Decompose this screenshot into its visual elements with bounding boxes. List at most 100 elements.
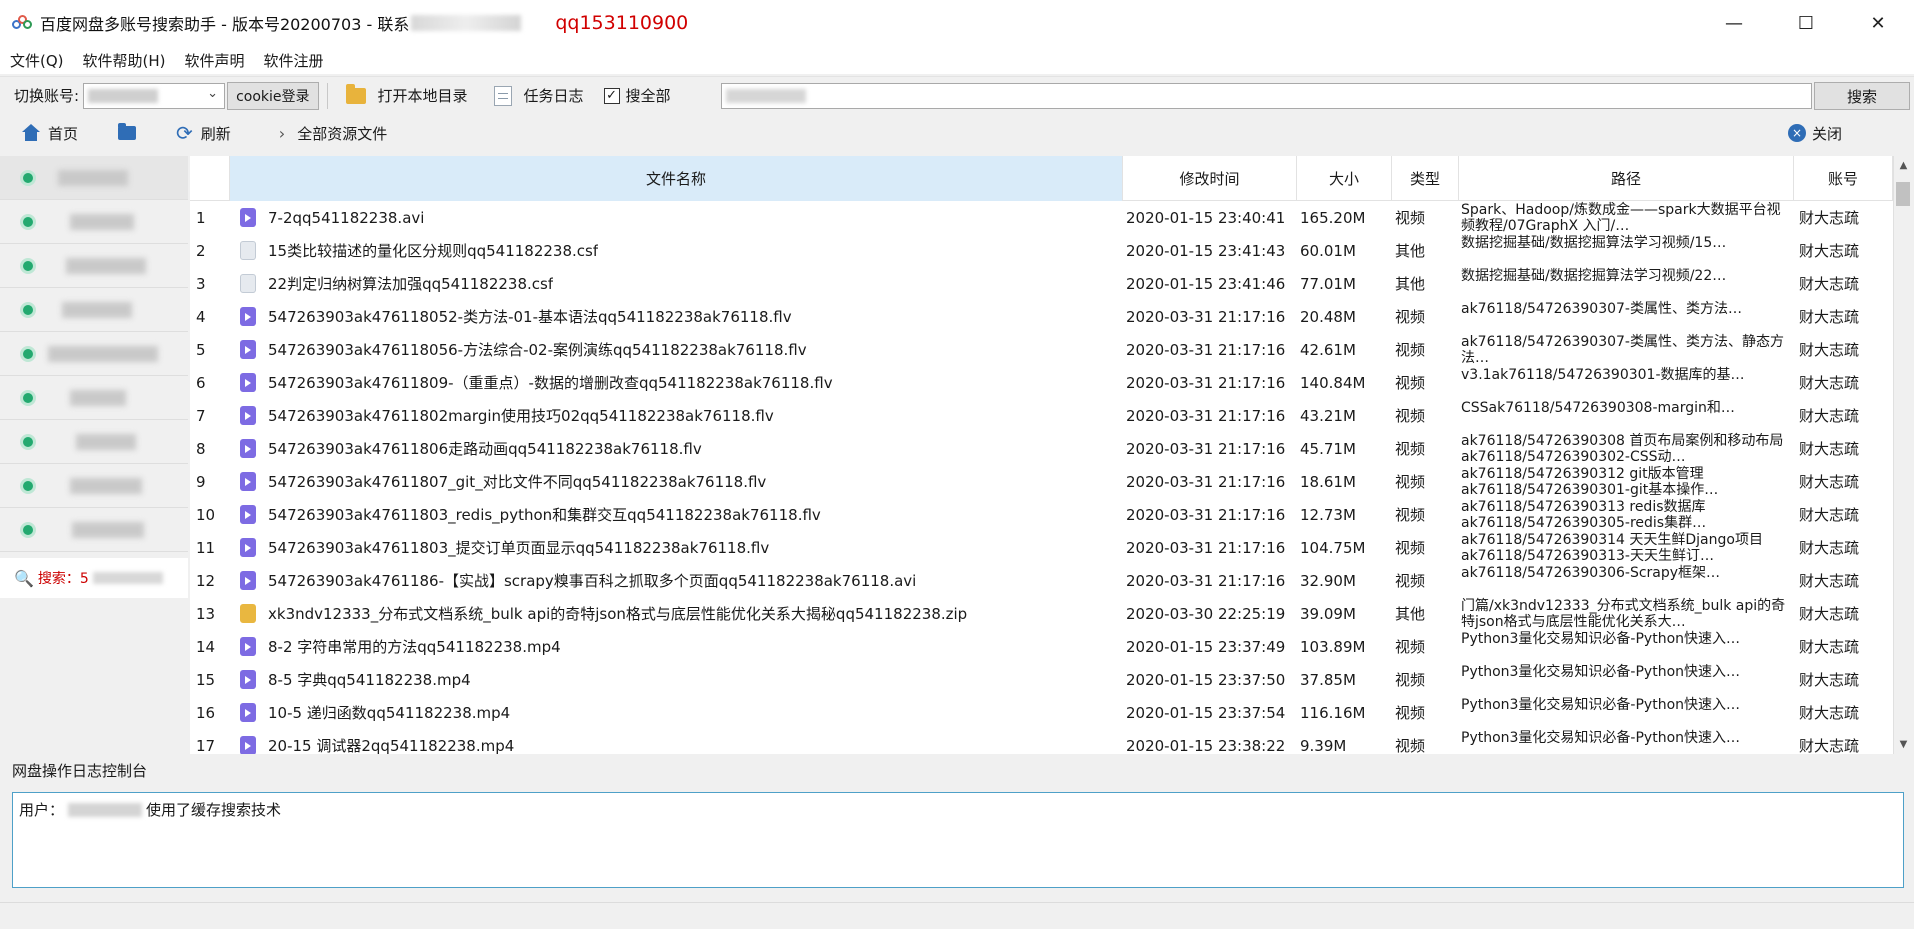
account-status-icon <box>20 389 36 406</box>
account-item[interactable] <box>0 288 188 332</box>
file-name: 547263903ak47611809-（重重点）-数据的增删改查qq54118… <box>268 374 833 392</box>
video-file-icon <box>240 472 256 491</box>
header-modified[interactable]: 修改时间 <box>1123 156 1297 201</box>
table-row[interactable]: 13 xk3ndv12333_分布式文档系统_bulk api的奇特json格式与… <box>190 597 1893 630</box>
menu-file[interactable]: 文件(Q) <box>0 50 73 71</box>
file-name-cell[interactable]: 547263903ak47611802margin使用技巧02qq5411822… <box>230 399 1123 432</box>
search-input[interactable] <box>721 83 1812 109</box>
table-row[interactable]: 4 547263903ak476118052-类方法-01-基本语法qq54118… <box>190 300 1893 333</box>
file-name-cell[interactable]: 20-15 调试器2qq541182238.mp4 <box>230 729 1123 754</box>
scroll-up-icon[interactable]: ▲ <box>1894 156 1913 175</box>
account-item[interactable] <box>0 244 188 288</box>
header-path[interactable]: 路径 <box>1459 156 1794 201</box>
scroll-down-icon[interactable]: ▼ <box>1894 735 1913 754</box>
table-row[interactable]: 14 8-2 字符串常用的方法qq541182238.mp4 2020-01-15 … <box>190 630 1893 663</box>
file-name-cell[interactable]: 547263903ak47611803_redis_python和集群交互qq5… <box>230 498 1123 531</box>
sidebar-search-result[interactable]: 🔍 搜索：5 <box>0 558 188 598</box>
account-item[interactable] <box>0 376 188 420</box>
table-row[interactable]: 3 22判定归纳树算法加强qq541182238.csf 2020-01-15 23… <box>190 267 1893 300</box>
file-path: Python3量化交易知识必备-Python快速入… <box>1461 730 1741 746</box>
table-row[interactable]: 16 10-5 递归函数qq541182238.mp4 2020-01-15 23:… <box>190 696 1893 729</box>
modified-time: 2020-01-15 23:37:54 <box>1126 703 1286 722</box>
account-item[interactable] <box>0 200 188 244</box>
breadcrumb[interactable]: 全部资源文件 <box>297 123 387 144</box>
account-item[interactable] <box>0 508 188 552</box>
modified-time: 2020-01-15 23:40:41 <box>1126 208 1286 227</box>
account-item[interactable] <box>0 156 188 200</box>
account-select[interactable]: ⌄ <box>83 82 226 109</box>
file-name-cell[interactable]: 10-5 递归函数qq541182238.mp4 <box>230 696 1123 729</box>
file-name-cell[interactable]: 8-2 字符串常用的方法qq541182238.mp4 <box>230 630 1123 663</box>
menu-help[interactable]: 软件帮助(H) <box>73 50 175 71</box>
log-user-prefix: 用户： <box>19 801 65 819</box>
home-icon[interactable] <box>22 124 40 142</box>
file-name: 8-2 字符串常用的方法qq541182238.mp4 <box>268 638 561 656</box>
minimize-button[interactable]: — <box>1698 0 1770 46</box>
refresh-link[interactable]: 刷新 <box>201 123 231 144</box>
scroll-thumb[interactable] <box>1896 182 1910 206</box>
file-name-cell[interactable]: 547263903ak476118056-方法综合-02-案例演练qq54118… <box>230 333 1123 366</box>
table-row[interactable]: 10 547263903ak47611803_redis_python和集群交互q… <box>190 498 1893 531</box>
vertical-scrollbar[interactable]: ▲ ▼ <box>1893 156 1912 754</box>
menu-register[interactable]: 软件注册 <box>254 50 333 71</box>
account-item[interactable] <box>0 420 188 464</box>
table-row[interactable]: 5 547263903ak476118056-方法综合-02-案例演练qq5411… <box>190 333 1893 366</box>
folder-icon[interactable] <box>345 83 366 104</box>
modified-time: 2020-03-30 22:25:19 <box>1126 604 1286 623</box>
account-name: 财大志疏 <box>1799 539 1860 557</box>
task-log-button[interactable]: 任务日志 <box>524 85 584 106</box>
modified-time: 2020-03-31 21:17:16 <box>1126 373 1286 392</box>
modified-time: 2020-01-15 23:41:46 <box>1126 274 1286 293</box>
file-name-cell[interactable]: 15类比较描述的量化区分规则qq541182238.csf <box>230 234 1123 267</box>
file-name-cell[interactable]: 547263903ak47611809-（重重点）-数据的增删改查qq54118… <box>230 366 1123 399</box>
file-name-cell[interactable]: 547263903ak476118052-类方法-01-基本语法qq541182… <box>230 300 1123 333</box>
file-name-cell[interactable]: 22判定归纳树算法加强qq541182238.csf <box>230 267 1123 300</box>
close-tab-button[interactable]: × 关闭 <box>1787 114 1842 152</box>
header-name[interactable]: 文件名称 <box>230 156 1123 201</box>
table-row[interactable]: 17 20-15 调试器2qq541182238.mp4 2020-01-15 23… <box>190 729 1893 754</box>
table-row[interactable]: 11 547263903ak47611803_提交订单页面显示qq54118223… <box>190 531 1893 564</box>
header-size[interactable]: 大小 <box>1297 156 1392 201</box>
folder-nav-icon[interactable] <box>118 123 137 140</box>
table-row[interactable]: 15 8-5 字典qq541182238.mp4 2020-01-15 23:37:… <box>190 663 1893 696</box>
search-button[interactable]: 搜索 <box>1814 82 1910 110</box>
search-all-checkbox[interactable]: ✓ <box>603 87 620 104</box>
modified-time: 2020-03-31 21:17:16 <box>1126 307 1286 326</box>
refresh-icon[interactable]: ⟳ <box>176 123 193 143</box>
cookie-login-button[interactable]: cookie登录 <box>227 81 319 110</box>
menu-disclaimer[interactable]: 软件声明 <box>175 50 254 71</box>
file-path: ak76118/54726390312 git版本管理 ak76118/5472… <box>1461 466 1719 498</box>
log-icon[interactable] <box>493 85 512 106</box>
maximize-button[interactable]: ☐ <box>1770 0 1842 46</box>
account-item[interactable] <box>0 464 188 508</box>
open-local-dir-button[interactable]: 打开本地目录 <box>378 85 468 106</box>
modified-time: 2020-03-31 21:17:16 <box>1126 439 1286 458</box>
file-size: 60.01M <box>1300 241 1356 260</box>
table-row[interactable]: 6 547263903ak47611809-（重重点）-数据的增删改查qq5411… <box>190 366 1893 399</box>
header-type[interactable]: 类型 <box>1392 156 1459 201</box>
video-file-icon <box>240 208 256 227</box>
table-row[interactable]: 9 547263903ak47611807_git_对比文件不同qq5411822… <box>190 465 1893 498</box>
file-name-cell[interactable]: 547263903ak47611807_git_对比文件不同qq54118223… <box>230 465 1123 498</box>
account-name: 财大志疏 <box>1799 737 1860 754</box>
table-row[interactable]: 2 15类比较描述的量化区分规则qq541182238.csf 2020-01-15… <box>190 234 1893 267</box>
log-console[interactable]: 用户： 使用了缓存搜索技术 <box>12 792 1904 888</box>
table-row[interactable]: 1 7-2qq541182238.avi 2020-01-15 23:40:41 16… <box>190 201 1893 234</box>
file-name: 547263903ak47611803_提交订单页面显示qq541182238a… <box>268 539 770 557</box>
file-name-cell[interactable]: 547263903ak47611806走路动画qq541182238ak7611… <box>230 432 1123 465</box>
account-item[interactable] <box>0 332 188 376</box>
table-row[interactable]: 12 547263903ak4761186-【实战】scrapy糗事百科之抓取多个… <box>190 564 1893 597</box>
home-link[interactable]: 首页 <box>48 123 78 144</box>
file-name-cell[interactable]: 7-2qq541182238.avi <box>230 201 1123 234</box>
file-name-cell[interactable]: 8-5 字典qq541182238.mp4 <box>230 663 1123 696</box>
file-name-cell[interactable]: 547263903ak47611803_提交订单页面显示qq541182238a… <box>230 531 1123 564</box>
file-type: 其他 <box>1395 605 1426 623</box>
header-account[interactable]: 账号 <box>1794 156 1893 201</box>
search-all-label: 搜全部 <box>625 87 671 105</box>
close-window-button[interactable]: ✕ <box>1842 0 1914 46</box>
table-row[interactable]: 8 547263903ak47611806走路动画qq541182238ak761… <box>190 432 1893 465</box>
row-index: 1 <box>196 208 206 227</box>
file-name-cell[interactable]: xk3ndv12333_分布式文档系统_bulk api的奇特json格式与底层… <box>230 597 1123 630</box>
table-row[interactable]: 7 547263903ak47611802margin使用技巧02qq541182… <box>190 399 1893 432</box>
file-name-cell[interactable]: 547263903ak4761186-【实战】scrapy糗事百科之抓取多个页面… <box>230 564 1123 597</box>
